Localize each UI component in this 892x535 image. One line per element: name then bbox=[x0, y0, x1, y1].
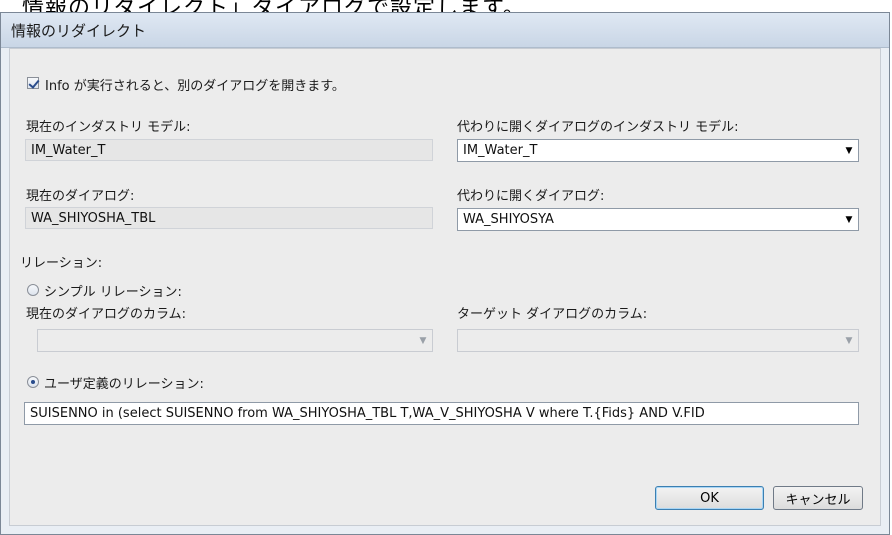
dialog-client-area: Info が実行されると、別のダイアログを開きます。 現在のインダストリ モデル… bbox=[9, 48, 881, 526]
cancel-button-label: キャンセル bbox=[785, 492, 851, 508]
alt-dialog-dropdown[interactable]: WA_SHIYOSYA ▼ bbox=[457, 208, 859, 231]
simple-relation-label: シンプル リレーション: bbox=[44, 285, 182, 300]
target-column-dropdown[interactable]: ▼ bbox=[457, 329, 859, 352]
custom-relation-radio[interactable] bbox=[27, 376, 39, 388]
cancel-button[interactable]: キャンセル bbox=[773, 486, 863, 510]
open-other-dialog-label: Info が実行されると、別のダイアログを開きます。 bbox=[45, 79, 345, 94]
current-dialog-label: 現在のダイアログ: bbox=[26, 189, 135, 204]
current-model-value: IM_Water_T bbox=[31, 143, 106, 158]
current-dialog-field: WA_SHIYOSHA_TBL bbox=[25, 207, 433, 229]
open-other-dialog-checkbox[interactable] bbox=[27, 77, 39, 89]
alt-model-dropdown[interactable]: IM_Water_T ▼ bbox=[457, 139, 859, 162]
current-dialog-value: WA_SHIYOSHA_TBL bbox=[31, 211, 156, 226]
chevron-down-icon[interactable]: ▼ bbox=[840, 330, 858, 351]
custom-relation-value: SUISENNO in (select SUISENNO from WA_SHI… bbox=[30, 406, 705, 421]
redirect-dialog: 情報のリダイレクト Info が実行されると、別のダイアログを開きます。 現在の… bbox=[0, 12, 890, 535]
dialog-title: 情報のリダイレクト bbox=[11, 22, 147, 40]
simple-relation-radio[interactable] bbox=[27, 284, 39, 296]
dialog-titlebar: 情報のリダイレクト bbox=[1, 13, 889, 48]
current-column-label: 現在のダイアログのカラム: bbox=[26, 307, 186, 322]
alt-model-label: 代わりに開くダイアログのインダストリ モデル: bbox=[457, 120, 739, 135]
current-column-dropdown[interactable]: ▼ bbox=[37, 329, 433, 352]
custom-relation-label: ユーザ定義のリレーション: bbox=[44, 377, 204, 392]
alt-model-value: IM_Water_T bbox=[463, 143, 538, 158]
alt-dialog-label: 代わりに開くダイアログ: bbox=[457, 189, 605, 204]
current-model-field: IM_Water_T bbox=[25, 139, 433, 161]
ok-button-label: OK bbox=[700, 490, 719, 506]
chevron-down-icon[interactable]: ▼ bbox=[840, 209, 858, 230]
alt-dialog-value: WA_SHIYOSYA bbox=[463, 212, 554, 227]
custom-relation-input[interactable]: SUISENNO in (select SUISENNO from WA_SHI… bbox=[24, 402, 859, 425]
chevron-down-icon[interactable]: ▼ bbox=[414, 330, 432, 351]
ok-button[interactable]: OK bbox=[655, 486, 764, 510]
relation-group-label: リレーション: bbox=[20, 256, 103, 271]
target-column-label: ターゲット ダイアログのカラム: bbox=[457, 307, 648, 322]
chevron-down-icon[interactable]: ▼ bbox=[840, 140, 858, 161]
current-model-label: 現在のインダストリ モデル: bbox=[26, 120, 191, 135]
